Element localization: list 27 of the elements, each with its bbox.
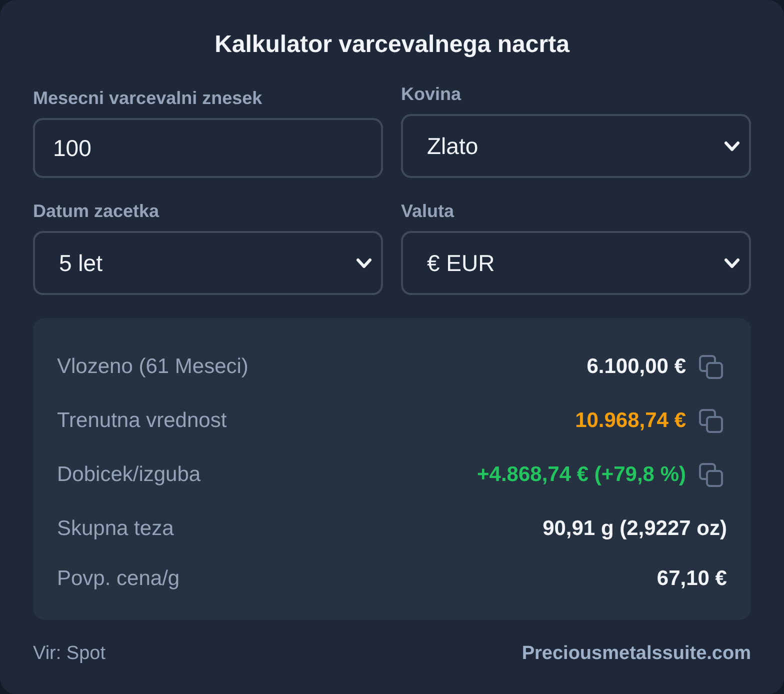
result-label: Skupna teza xyxy=(57,516,174,542)
amount-input[interactable]: 100 xyxy=(33,118,383,178)
result-label: Trenutna vrednost xyxy=(57,408,227,434)
field-label: Kovina xyxy=(401,83,462,105)
dropdown-select[interactable]: Zlato xyxy=(401,114,751,178)
field-label: Mesecni varcevalni znesek xyxy=(33,87,262,109)
result-value: 90,91 g (2,9227 oz) xyxy=(542,516,727,542)
dropdown-select[interactable]: € EUR xyxy=(401,231,751,295)
result-label: Povp. cena/g xyxy=(57,566,180,592)
result-value: 6.100,00 € xyxy=(586,354,686,380)
copy-icon[interactable] xyxy=(699,463,723,487)
chevron-down-icon xyxy=(724,258,740,268)
chevron-down-icon xyxy=(724,140,740,152)
dropdown-select[interactable]: 5 let xyxy=(33,231,383,295)
result-value: 10.968,74 € xyxy=(575,408,686,434)
result-value: 67,10 € xyxy=(656,566,727,592)
copy-icon[interactable] xyxy=(699,409,723,433)
result-label: Dobicek/izguba xyxy=(57,462,201,488)
field-label: Datum zacetka xyxy=(33,200,160,222)
result-value: +4.868,74 € (+79,8 %) xyxy=(477,462,686,488)
copy-icon[interactable] xyxy=(699,355,723,379)
result-label: Vlozeno (61 Meseci) xyxy=(57,354,248,380)
website-link[interactable]: Preciousmetalssuite.com xyxy=(522,643,751,665)
field-label: Valuta xyxy=(401,200,454,222)
source-text: Vir: Spot xyxy=(33,643,106,665)
calculator-title: Kalkulator varcevalnega nacrta xyxy=(214,30,570,60)
chevron-down-icon xyxy=(356,258,372,268)
